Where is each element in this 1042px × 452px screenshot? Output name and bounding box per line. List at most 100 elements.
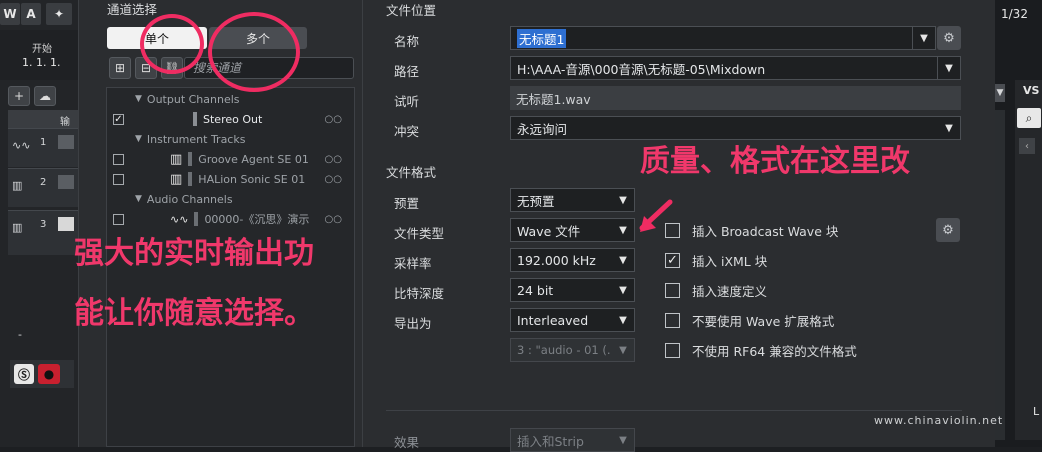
waveform-icon: ∿∿ (12, 139, 31, 152)
tree-item-groove-agent[interactable]: ▥ Groove Agent SE 01 ○○ (107, 149, 354, 169)
tool-button[interactable]: ✦ (46, 3, 72, 25)
tree-group-audio[interactable]: ▼ Audio Channels (107, 189, 354, 209)
effect-select: 插入和Strip ▼ (510, 428, 635, 452)
s-icon: Ⓢ (17, 367, 30, 382)
cloud-icon: ☁ (39, 89, 51, 103)
dropdown-arrow-icon[interactable]: ▼ (938, 117, 960, 139)
preset-value: 无预置 (517, 193, 555, 209)
ruler-position: 1. 1. 1. (22, 56, 61, 69)
checkbox-ixml[interactable]: ✓ (665, 252, 680, 268)
name-input[interactable]: 无标题1 ▼ (510, 26, 936, 50)
pointer-icon: ✦ (53, 7, 65, 21)
checkbox-no-rf64[interactable] (665, 342, 680, 358)
tree-item-halion[interactable]: ▥ HALion Sonic SE 01 ○○ (107, 169, 354, 189)
dropdown-arrow-icon[interactable]: ▼ (912, 27, 935, 49)
tree-item-label: Groove Agent SE 01 (198, 152, 309, 166)
dropdown-arrow-icon[interactable]: ▼ (612, 189, 634, 211)
read-button[interactable]: A (21, 3, 41, 25)
tree-item-stereo-out[interactable]: ✓ Stereo Out ○○ (107, 109, 354, 129)
name-value: 无标题1 (517, 28, 567, 48)
annotation-quality-format: 质量、格式在这里改 (640, 144, 910, 179)
dropdown-arrow-icon[interactable]: ▼ (612, 249, 634, 271)
tree-item-label: Stereo Out (203, 112, 263, 126)
channel-map-value: 3 : "audio - 01 (. (517, 343, 611, 357)
search-icon: ⌕ (1025, 110, 1033, 125)
tree-item-label: HALion Sonic SE 01 (198, 172, 306, 186)
record-button[interactable]: ● (38, 364, 60, 384)
preset-select[interactable]: 无预置 ▼ (510, 188, 635, 212)
back-button[interactable]: ‹ (1019, 138, 1035, 154)
track-number: 1 (40, 137, 47, 148)
checkbox-halion[interactable] (113, 173, 124, 185)
triangle-down-icon: ▼ (135, 134, 142, 144)
track-clip (58, 175, 74, 189)
link-rings-icon[interactable]: ○○ (325, 154, 342, 165)
name-settings-button[interactable]: ⚙ (937, 26, 961, 50)
cloud-button[interactable]: ☁ (34, 86, 56, 106)
expand-all-button[interactable]: ⊞ (109, 57, 131, 79)
dropdown-arrow-icon[interactable]: ▼ (612, 309, 634, 331)
write-button[interactable]: W (0, 3, 20, 25)
checkbox-stereo-out[interactable]: ✓ (113, 113, 124, 125)
chevron-left-icon: ‹ (1025, 140, 1029, 152)
dropdown-arrow-icon[interactable]: ▼ (612, 219, 634, 241)
filetype-value: Wave 文件 (517, 223, 581, 239)
samplerate-select[interactable]: 192.000 kHz ▼ (510, 248, 635, 272)
link-rings-icon[interactable]: ○○ (325, 214, 342, 225)
plus-icon: + (13, 89, 25, 103)
bitdepth-select[interactable]: 24 bit ▼ (510, 278, 635, 302)
channel-color-bar (193, 112, 197, 126)
samplerate-value: 192.000 kHz (517, 252, 596, 268)
bitdepth-label: 比特深度 (394, 286, 445, 301)
track-number: 3 (40, 219, 47, 230)
track-row[interactable]: ∿∿ 1 (8, 128, 78, 167)
checkbox-groove-agent[interactable] (113, 153, 124, 165)
preview-field: 无标题1.wav (510, 86, 961, 110)
annotation-circle-multiple (208, 12, 300, 92)
option-broadcast-wave[interactable]: 插入 Broadcast Wave 块 (665, 220, 838, 240)
option-no-rf64[interactable]: 不使用 RF64 兼容的文件格式 (665, 340, 857, 360)
solo-button[interactable]: Ⓢ (14, 364, 34, 384)
gear-icon: ⚙ (942, 222, 954, 238)
tree-group-label: Output Channels (146, 92, 240, 106)
link-rings-icon[interactable]: ○○ (325, 174, 342, 185)
preview-label: 试听 (394, 94, 420, 109)
option-tempo[interactable]: 插入速度定义 (665, 280, 767, 300)
option-ixml[interactable]: ✓ 插入 iXML 块 (665, 250, 767, 270)
tree-group-label: Audio Channels (146, 192, 233, 206)
filetype-select[interactable]: Wave 文件 ▼ (510, 218, 635, 242)
broadcast-settings-button[interactable]: ⚙ (936, 218, 960, 242)
scrollbar[interactable] (995, 110, 1005, 440)
annotation-arrow (636, 198, 674, 236)
separator (386, 410, 962, 411)
add-track-button[interactable]: + (8, 86, 30, 106)
scroll-down-button[interactable]: ▼ (995, 84, 1005, 102)
dropdown-arrow-icon[interactable]: ▼ (612, 279, 634, 301)
bitdepth-value: 24 bit (517, 282, 554, 298)
name-label: 名称 (394, 34, 420, 49)
checkbox-tempo[interactable] (665, 282, 680, 298)
track-header-label: 输 (60, 117, 70, 128)
search-button[interactable]: ⌕ (1017, 108, 1041, 128)
export-as-select[interactable]: Interleaved ▼ (510, 308, 635, 332)
checkbox-no-wave-ext[interactable] (665, 312, 680, 328)
channel-map-select: 3 : "audio - 01 (. ▼ (510, 338, 635, 362)
path-value: H:\AAA-音源\000音源\无标题-05\Mixdown (517, 61, 766, 77)
file-location-title: 文件位置 (386, 3, 437, 18)
tree-group-output[interactable]: ▼ Output Channels (107, 89, 354, 109)
export-as-value: Interleaved (517, 312, 589, 328)
preview-value: 无标题1.wav (516, 91, 591, 107)
path-select[interactable]: H:\AAA-音源\000音源\无标题-05\Mixdown ▼ (510, 56, 961, 80)
track-clip (58, 217, 74, 231)
track-row[interactable]: ▥ 2 (8, 168, 78, 207)
right-bottom-letter: L (1033, 405, 1040, 418)
dropdown-arrow-icon[interactable]: ▼ (937, 57, 960, 79)
preset-label: 预置 (394, 196, 420, 211)
tree-group-instrument[interactable]: ▼ Instrument Tracks (107, 129, 354, 149)
option-no-wave-ext[interactable]: 不要使用 Wave 扩展格式 (665, 310, 834, 330)
checkbox-audio-01[interactable] (113, 213, 124, 225)
link-rings-icon[interactable]: ○○ (325, 114, 342, 125)
tree-item-audio-01[interactable]: ∿∿ 00000-《沉思》演示 ○○ (107, 209, 354, 229)
track-row[interactable]: ▥ 3 (8, 210, 78, 255)
piano-icon: ▥ (170, 171, 183, 187)
